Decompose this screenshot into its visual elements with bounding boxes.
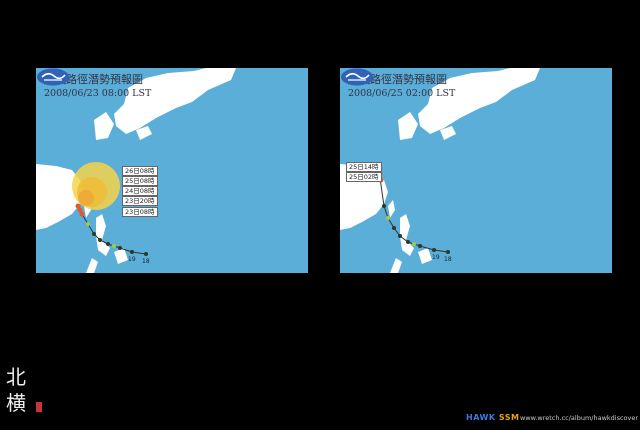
forecast-time-label: 23日08時 bbox=[122, 207, 158, 217]
cwb-logo-icon bbox=[341, 68, 373, 86]
brand-text: HAWK bbox=[466, 413, 496, 422]
forecast-time-label: 23日20時 bbox=[122, 196, 158, 206]
map-timestamp: 2008/06/23 08:00 LST bbox=[44, 88, 152, 99]
forecast-map-right: 颱風路徑潛勢預報圖 2008/06/25 02:00 LST 25日14時 25… bbox=[340, 68, 612, 273]
calligraphy-watermark: 北 横 bbox=[6, 366, 32, 414]
track-date-mark: 19 bbox=[432, 254, 440, 261]
track-date-mark: 19 bbox=[128, 256, 136, 263]
map-timestamp: 2008/06/25 02:00 LST bbox=[348, 88, 456, 99]
forecast-time-label: 25日02時 bbox=[346, 172, 382, 182]
forecast-time-label: 25日08時 bbox=[122, 176, 158, 186]
forecast-time-label: 24日08時 bbox=[122, 186, 158, 196]
album-url: www.wretch.cc/album/hawkdiscover bbox=[520, 414, 639, 422]
forecast-time-label: 26日08時 bbox=[122, 166, 158, 176]
calligraphy-line: 北 bbox=[6, 365, 26, 389]
track-date-mark: 18 bbox=[444, 256, 452, 263]
brand-logo: HAWK SSM bbox=[466, 413, 519, 422]
brand-text: SSM bbox=[498, 413, 520, 422]
forecast-time-label: 25日14時 bbox=[346, 162, 382, 172]
cwb-logo-icon bbox=[37, 68, 69, 86]
forecast-map-left: 颱風路徑潛勢預報圖 2008/06/23 08:00 LST 26日08時 25… bbox=[36, 68, 308, 273]
calligraphy-line: 横 bbox=[6, 391, 26, 415]
track-date-mark: 18 bbox=[142, 258, 150, 265]
seal-stamp bbox=[36, 402, 42, 412]
